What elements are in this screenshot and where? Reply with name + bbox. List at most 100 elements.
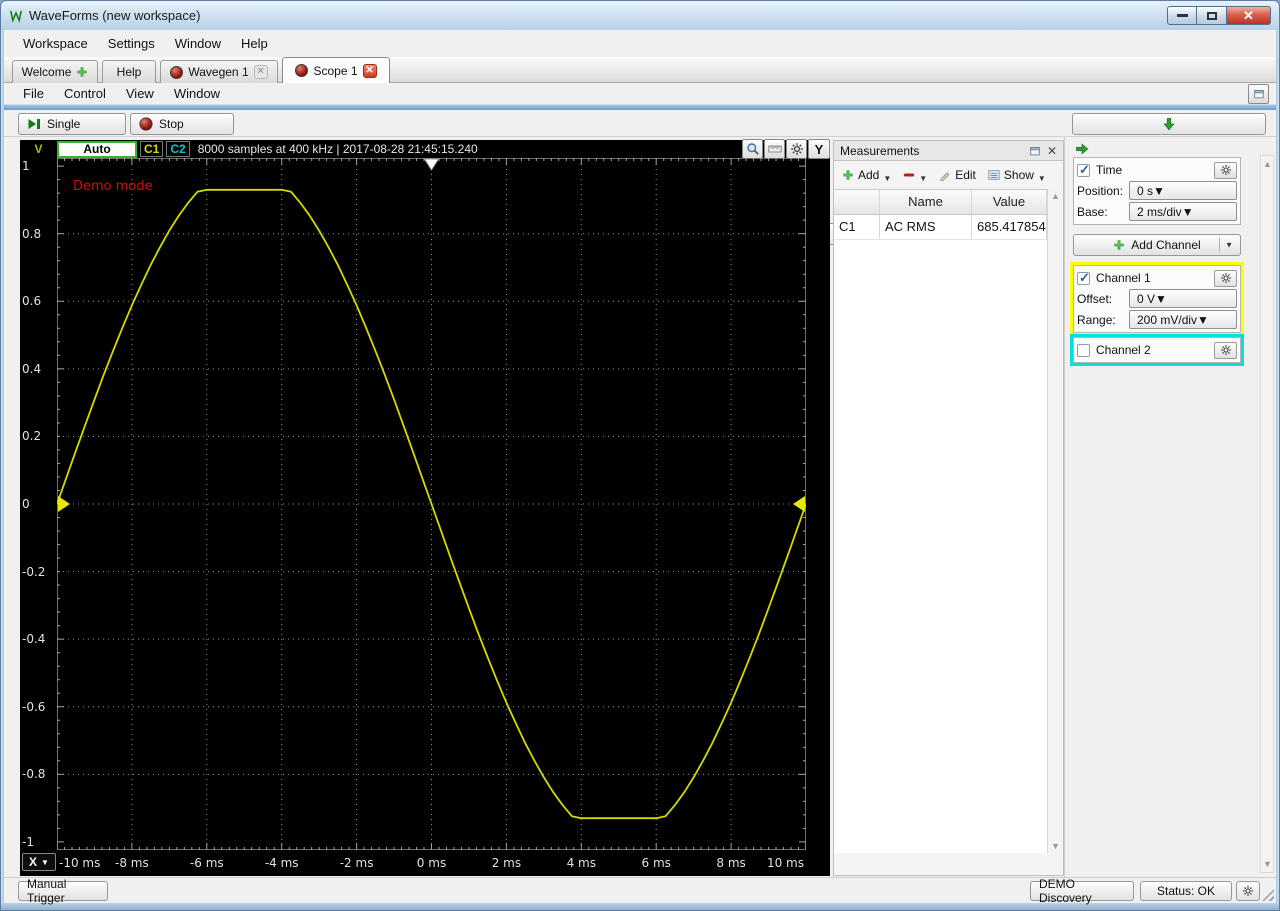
y-axis-button[interactable]: Y bbox=[808, 139, 830, 159]
gear-icon bbox=[790, 142, 804, 156]
range-select[interactable]: 200 mV/div ▼ bbox=[1129, 310, 1237, 329]
offset-value: 0 V bbox=[1137, 291, 1156, 306]
menu-help[interactable]: Help bbox=[232, 33, 277, 54]
position-select[interactable]: 0 s ▼ bbox=[1129, 181, 1237, 200]
x-tick-label: -2 ms bbox=[339, 856, 374, 870]
show-measurement-button[interactable]: Show ▼ bbox=[984, 166, 1050, 184]
dock-layout-button[interactable] bbox=[1248, 84, 1269, 104]
device-button[interactable]: DEMO Discovery bbox=[1030, 877, 1134, 905]
tab-welcome[interactable]: Welcome bbox=[12, 60, 98, 83]
scope-menubar: File Control View Window bbox=[4, 83, 1276, 104]
tab-wavegen-1[interactable]: Wavegen 1 ✕ bbox=[160, 60, 278, 83]
dropdown-arrow-icon: ▼ bbox=[1037, 173, 1046, 183]
x-tick-label: 0 ms bbox=[416, 856, 447, 870]
menu-settings[interactable]: Settings bbox=[99, 33, 164, 54]
float-panel-icon[interactable] bbox=[1029, 145, 1041, 157]
stop-button[interactable]: Stop bbox=[130, 113, 234, 135]
scope-plot-canvas[interactable]: Demo mode bbox=[57, 158, 806, 850]
minus-icon bbox=[903, 169, 915, 181]
device-label: DEMO Discovery bbox=[1039, 877, 1092, 905]
title-bar[interactable]: WaveForms (new workspace) ✕ bbox=[0, 0, 1280, 30]
single-label: Single bbox=[47, 117, 81, 131]
tab-close-icon[interactable]: ✕ bbox=[362, 63, 377, 78]
add-measurement-button[interactable]: Add ▼ bbox=[838, 166, 895, 184]
dropdown-arrow-icon: ▼ bbox=[1197, 312, 1209, 327]
channel1-settings-button[interactable] bbox=[1214, 269, 1237, 287]
close-button[interactable]: ✕ bbox=[1227, 6, 1271, 25]
collapse-panel-icon[interactable] bbox=[1075, 142, 1089, 156]
dropdown-arrow-icon[interactable]: ▼ bbox=[1225, 241, 1233, 250]
magnifier-icon bbox=[746, 142, 760, 156]
trigger-position-button[interactable] bbox=[1072, 113, 1266, 135]
single-button[interactable]: Single bbox=[18, 113, 126, 135]
dropdown-arrow-icon: ▼ bbox=[41, 857, 49, 867]
x-axis-button[interactable]: X ▼ bbox=[22, 853, 56, 871]
edit-measurement-button[interactable]: Edit bbox=[935, 166, 980, 184]
y-tick-label: 0.8 bbox=[22, 226, 42, 241]
measure-tool-button[interactable] bbox=[764, 139, 785, 159]
channel1-checkbox[interactable]: ✓ bbox=[1077, 270, 1090, 285]
table-row[interactable]: C1 AC RMS 685.417854 mV bbox=[834, 215, 1047, 240]
scroll-down-icon[interactable]: ▼ bbox=[1263, 859, 1272, 869]
measurements-titlebar[interactable]: Measurements ✕ bbox=[834, 141, 1063, 161]
add-channel-label: Add Channel bbox=[1131, 238, 1201, 252]
pencil-icon bbox=[939, 169, 951, 181]
offset-select[interactable]: 0 V ▼ bbox=[1129, 289, 1237, 308]
close-panel-icon[interactable]: ✕ bbox=[1047, 144, 1057, 158]
menu-file[interactable]: File bbox=[14, 83, 53, 104]
manual-trigger-button[interactable]: Manual Trigger bbox=[18, 877, 108, 905]
status-bar: Manual Trigger DEMO Discovery Status: OK bbox=[4, 877, 1276, 905]
menu-control[interactable]: Control bbox=[55, 83, 115, 104]
main-menubar: Workspace Settings Window Help bbox=[4, 30, 1276, 57]
channel2-checkbox[interactable] bbox=[1077, 343, 1090, 357]
channel1-label: Channel 1 bbox=[1096, 271, 1151, 285]
measurements-scrollbar[interactable]: ▲ ▼ bbox=[1047, 189, 1062, 853]
tab-scope-1[interactable]: Scope 1 ✕ bbox=[282, 57, 390, 83]
dropdown-arrow-icon: ▼ bbox=[1155, 291, 1167, 306]
header-channel bbox=[834, 190, 880, 214]
base-select[interactable]: 2 ms/div ▼ bbox=[1129, 202, 1237, 221]
minimize-button[interactable] bbox=[1167, 6, 1197, 25]
x-tick-label: 10 ms bbox=[766, 856, 804, 870]
menu-workspace[interactable]: Workspace bbox=[14, 33, 97, 54]
time-settings-button[interactable] bbox=[1214, 161, 1237, 179]
status-settings-button[interactable] bbox=[1236, 881, 1260, 901]
config-scrollbar[interactable]: ▲ ▼ bbox=[1260, 155, 1274, 873]
manual-trigger-label: Manual Trigger bbox=[27, 877, 67, 905]
x-tick-label: 8 ms bbox=[716, 856, 746, 870]
channel1-badge[interactable]: C1 bbox=[140, 141, 164, 157]
tab-help[interactable]: Help bbox=[102, 60, 156, 83]
status-button[interactable]: Status: OK bbox=[1140, 881, 1232, 901]
single-acquisition-icon bbox=[27, 117, 41, 131]
remove-measurement-button[interactable]: ▼ bbox=[899, 167, 931, 183]
maximize-button[interactable] bbox=[1197, 6, 1227, 25]
button-divider bbox=[1219, 238, 1220, 252]
scroll-down-icon[interactable]: ▼ bbox=[1051, 841, 1060, 851]
zoom-tool-button[interactable] bbox=[742, 139, 763, 159]
time-checkbox[interactable]: ✓ bbox=[1077, 161, 1090, 177]
gear-icon bbox=[1242, 885, 1254, 897]
maximize-icon bbox=[1206, 11, 1217, 20]
resize-grip[interactable] bbox=[1262, 889, 1274, 901]
base-label: Base: bbox=[1077, 204, 1108, 219]
status-label: Status: OK bbox=[1156, 884, 1216, 898]
plot-settings-button[interactable] bbox=[786, 139, 807, 159]
channel2-settings-button[interactable] bbox=[1214, 341, 1237, 359]
add-tab-icon[interactable] bbox=[76, 66, 88, 78]
checkmark-icon: ✓ bbox=[1079, 161, 1090, 177]
channel2-badge[interactable]: C2 bbox=[166, 141, 190, 157]
x-axis-tick-labels: -10 ms -8 ms -6 ms -4 ms -2 ms 0 ms 2 ms 4 ms 6 … bbox=[57, 854, 806, 874]
scroll-up-icon[interactable]: ▲ bbox=[1051, 191, 1060, 201]
menu-window2[interactable]: Window bbox=[165, 83, 229, 104]
x-tick-label: -10 ms bbox=[59, 856, 101, 870]
scroll-up-icon[interactable]: ▲ bbox=[1263, 159, 1272, 169]
sample-info: 8000 samples at 400 kHz | 2017-08-28 21:… bbox=[197, 142, 478, 156]
menu-view[interactable]: View bbox=[117, 83, 163, 104]
green-down-arrow-icon bbox=[1162, 117, 1176, 131]
window-layout-icon bbox=[1253, 88, 1265, 100]
list-icon bbox=[988, 169, 1000, 181]
tab-close-icon[interactable]: ✕ bbox=[253, 65, 268, 79]
add-channel-button[interactable]: Add Channel ▼ bbox=[1073, 234, 1241, 256]
menu-window[interactable]: Window bbox=[166, 33, 230, 54]
table-header-row[interactable]: Name Value bbox=[834, 190, 1047, 215]
